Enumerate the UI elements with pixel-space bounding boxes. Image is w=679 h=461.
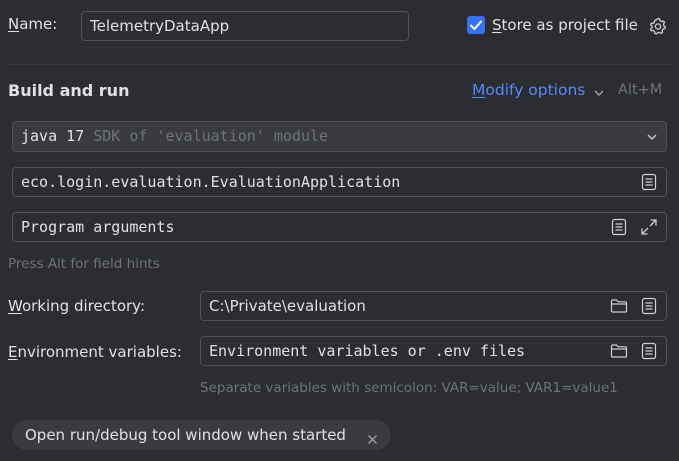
name-input-value: TelemetryDataApp (90, 17, 230, 35)
folder-icon[interactable] (610, 298, 628, 318)
close-icon[interactable] (367, 430, 378, 449)
environment-variables-label-rest: nvironment variables: (17, 343, 182, 361)
store-as-project-file-checkbox[interactable] (467, 16, 485, 34)
program-arguments-input[interactable]: Program arguments (12, 212, 667, 242)
browse-icon[interactable] (640, 297, 658, 319)
expand-icon[interactable] (640, 218, 658, 240)
name-label-rest: ame: (19, 15, 58, 33)
browse-icon[interactable] (610, 218, 628, 240)
environment-variables-hint: Separate variables with semicolon: VAR=v… (200, 380, 618, 396)
main-class-input[interactable]: eco.login.evaluation.EvaluationApplicati… (12, 167, 667, 197)
name-label-mnemonic: N (8, 15, 20, 33)
browse-icon[interactable] (640, 342, 658, 364)
working-directory-mnemonic: W (8, 297, 22, 315)
sdk-value: java 17 SDK of 'evaluation' module (21, 122, 328, 151)
environment-variables-input[interactable]: Environment variables or .env files (200, 336, 667, 366)
folder-icon[interactable] (610, 343, 628, 363)
program-arguments-placeholder: Program arguments (21, 218, 175, 236)
working-directory-label-rest: orking directory: (21, 297, 146, 315)
store-label-rest: tore as project file (501, 16, 638, 34)
store-label-mnemonic: S (492, 16, 502, 34)
environment-variables-placeholder: Environment variables or .env files (209, 342, 526, 360)
store-as-project-file-label[interactable]: Store as project file (492, 16, 638, 34)
sdk-select[interactable]: java 17 SDK of 'evaluation' module (12, 121, 667, 152)
sdk-value-main: java 17 (21, 127, 85, 145)
chevron-down-icon[interactable] (593, 84, 605, 103)
gear-icon[interactable] (648, 16, 668, 36)
modify-options-shortcut: Alt+M (618, 82, 663, 98)
working-directory-value: C:\Private\evaluation (209, 297, 366, 315)
open-tool-window-tag[interactable]: Open run/debug tool window when started (12, 420, 391, 450)
environment-variables-label: Environment variables: (8, 343, 182, 361)
chevron-down-icon (647, 134, 657, 140)
field-hints-text: Press Alt for field hints (8, 256, 160, 272)
build-and-run-heading: Build and run (8, 81, 130, 100)
main-class-value: eco.login.evaluation.EvaluationApplicati… (21, 173, 401, 191)
name-label: Name: (8, 15, 57, 33)
working-directory-input[interactable]: C:\Private\evaluation (200, 291, 667, 321)
modify-options-link[interactable]: Modify options (472, 81, 585, 99)
open-tool-window-tag-label: Open run/debug tool window when started (25, 426, 346, 444)
modify-options-rest: odify options (485, 81, 586, 99)
browse-icon[interactable] (640, 173, 658, 195)
modify-options-mnemonic: M (472, 81, 486, 99)
sdk-value-detail: SDK of 'evaluation' module (93, 127, 329, 145)
run-configuration-panel: Name: TelemetryDataApp Store as project … (0, 0, 679, 461)
checkmark-icon (470, 20, 482, 30)
section-divider (8, 64, 671, 65)
working-directory-label: Working directory: (8, 297, 145, 315)
name-input[interactable]: TelemetryDataApp (81, 11, 409, 41)
